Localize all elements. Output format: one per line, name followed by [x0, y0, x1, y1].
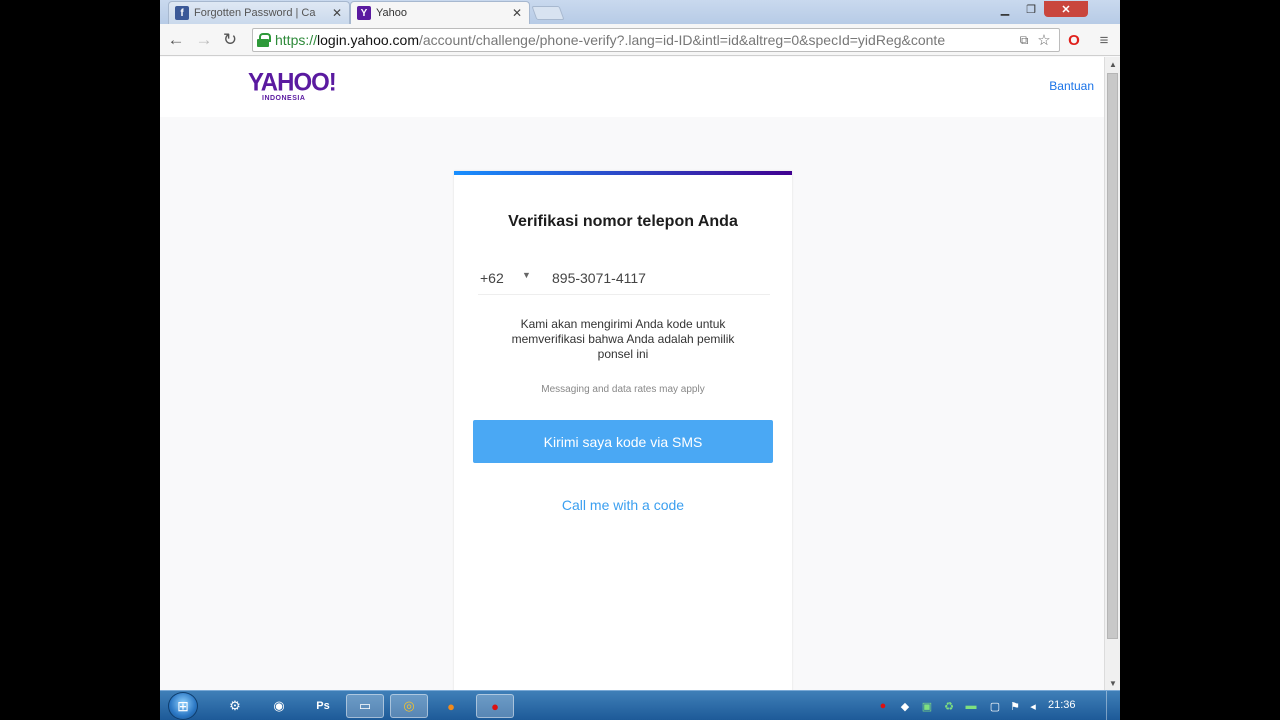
forward-icon[interactable]: → — [194, 30, 214, 50]
url-scheme: https:// — [275, 32, 318, 48]
photoshop-icon[interactable]: Ps — [304, 694, 342, 718]
yahoo-icon: Y — [357, 6, 371, 20]
taskbar: ⊞ ⚙ ◉ Ps ▭ ◎ ● ● ● ◆ ▣ ♻ ▬ ▢ ⚑ ◂ 21:36 — [160, 690, 1120, 720]
menu-icon[interactable]: ≡ — [1094, 30, 1114, 50]
chrome-icon[interactable]: ◎ — [390, 694, 428, 718]
show-desktop-button[interactable] — [1106, 691, 1120, 720]
window-close-icon[interactable]: ✕ — [1044, 1, 1088, 17]
help-link[interactable]: Bantuan — [1049, 79, 1094, 93]
minimize-icon[interactable]: ▁ — [992, 1, 1018, 17]
record-tray-icon[interactable]: ● — [876, 699, 890, 713]
browser-toolbar: ← → ↻ https:// login.yahoo.com /account/… — [160, 24, 1120, 56]
media-player-icon[interactable]: ◉ — [260, 694, 298, 718]
scrollbar[interactable]: ▲ ▼ — [1104, 57, 1120, 690]
back-icon[interactable]: ← — [166, 30, 186, 50]
network-tray-icon[interactable]: ◆ — [898, 699, 912, 713]
update-tray-icon[interactable]: ♻ — [942, 699, 956, 713]
explorer-icon[interactable]: ▭ — [346, 694, 384, 718]
security-tray-icon[interactable]: ▣ — [920, 699, 934, 713]
phone-number-field[interactable]: 895-3071-4117 — [552, 270, 646, 286]
firefox-icon[interactable]: ● — [432, 694, 470, 718]
country-code-select[interactable]: +62 — [480, 270, 504, 286]
translate-icon[interactable]: ⧉ — [1014, 30, 1034, 50]
tab-title: Forgotten Password | Ca — [194, 7, 316, 19]
tab-title: Yahoo — [376, 7, 407, 19]
tab-strip: f Forgotten Password | Ca ✕ Y Yahoo ✕ ▁ … — [160, 0, 1120, 24]
facebook-icon: f — [175, 6, 189, 20]
scroll-down-icon[interactable]: ▼ — [1105, 676, 1120, 690]
verify-card: Verifikasi nomor telepon Anda +62 ▼ 895-… — [454, 171, 792, 691]
tab-yahoo[interactable]: Y Yahoo ✕ — [350, 1, 530, 24]
rates-disclaimer: Messaging and data rates may apply — [541, 384, 705, 395]
tab-forgotten-password[interactable]: f Forgotten Password | Ca ✕ — [168, 1, 350, 24]
ie-icon[interactable]: ⚙ — [216, 694, 254, 718]
card-title: Verifikasi nomor telepon Anda — [508, 213, 738, 230]
flag-tray-icon[interactable]: ⚑ — [1008, 699, 1022, 713]
opera-icon[interactable]: O — [1064, 30, 1084, 50]
battery-tray-icon[interactable]: ▬ — [964, 699, 978, 713]
phone-input-row[interactable]: +62 ▼ 895-3071-4117 — [478, 267, 770, 295]
new-tab-button[interactable] — [531, 6, 565, 20]
call-me-link[interactable]: Call me with a code — [454, 497, 792, 513]
address-bar[interactable]: https:// login.yahoo.com /account/challe… — [252, 28, 1060, 52]
clock[interactable]: 21:36 — [1048, 699, 1076, 711]
screen: f Forgotten Password | Ca ✕ Y Yahoo ✕ ▁ … — [160, 0, 1120, 720]
display-tray-icon[interactable]: ▢ — [988, 699, 1002, 713]
page-header: YAHOO! INDONESIA Bantuan — [160, 57, 1104, 117]
lock-icon — [257, 33, 271, 47]
logo-text: YAHOO! — [248, 68, 337, 97]
url-host: login.yahoo.com — [317, 32, 419, 48]
reload-icon[interactable]: ↻ — [220, 30, 240, 50]
card-accent-bar — [454, 171, 792, 175]
bookmark-star-icon[interactable]: ☆ — [1034, 30, 1054, 50]
start-button[interactable]: ⊞ — [168, 692, 198, 720]
volume-icon[interactable]: ◂ — [1026, 699, 1040, 713]
yahoo-logo[interactable]: YAHOO! INDONESIA — [248, 68, 338, 103]
logo-subtitle: INDONESIA — [262, 95, 306, 102]
maximize-icon[interactable]: ❐ — [1018, 1, 1044, 17]
card-description: Kami akan mengirimi Anda kode untuk memv… — [511, 317, 735, 361]
scrollbar-thumb[interactable] — [1107, 73, 1118, 639]
chevron-down-icon[interactable]: ▼ — [522, 270, 531, 280]
close-icon[interactable]: ✕ — [509, 6, 525, 20]
recorder-icon[interactable]: ● — [476, 694, 514, 718]
send-sms-button[interactable]: Kirimi saya kode via SMS — [473, 420, 773, 463]
url-path: /account/challenge/phone-verify?.lang=id… — [418, 32, 946, 48]
scroll-up-icon[interactable]: ▲ — [1105, 57, 1120, 71]
close-icon[interactable]: ✕ — [329, 6, 345, 20]
